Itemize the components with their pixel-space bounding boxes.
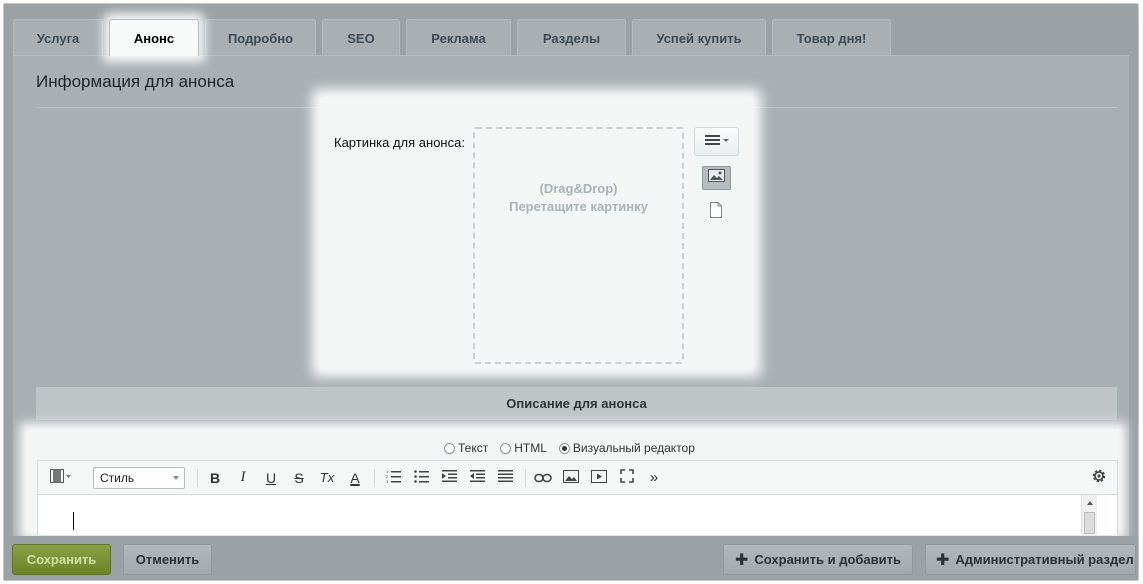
- tab-seo[interactable]: SEO: [322, 19, 400, 56]
- file-mode-button[interactable]: [709, 202, 723, 218]
- mode-html-label: HTML: [514, 441, 547, 455]
- mode-text[interactable]: Текст: [444, 441, 488, 455]
- align-button[interactable]: [493, 461, 519, 494]
- file-icon: [709, 202, 723, 222]
- tab-announce[interactable]: Анонс: [109, 19, 199, 56]
- image-icon: [708, 169, 725, 187]
- toolbar-separator: [197, 469, 198, 487]
- picture-menu-button[interactable]: [694, 127, 739, 156]
- style-select-value: Стиль: [100, 471, 135, 485]
- editor-content-area[interactable]: [37, 495, 1118, 535]
- radio-text[interactable]: [444, 442, 455, 454]
- cancel-button[interactable]: Отменить: [123, 544, 212, 575]
- tab-ads[interactable]: Реклама: [406, 19, 511, 56]
- outdent-button[interactable]: [465, 461, 491, 494]
- fullscreen-button[interactable]: [614, 461, 640, 494]
- save-and-add-button[interactable]: ✚ Сохранить и добавить: [723, 544, 913, 575]
- picture-label: Картинка для анонса:: [334, 135, 465, 150]
- text-cursor: [73, 512, 74, 530]
- insert-image-button[interactable]: [558, 461, 584, 494]
- tab-details[interactable]: Подробно: [205, 19, 316, 56]
- strikethrough-button[interactable]: S: [287, 461, 311, 494]
- unordered-list-button[interactable]: [409, 461, 435, 494]
- underline-button[interactable]: U: [259, 461, 283, 494]
- description-header: Описание для анонса: [36, 387, 1117, 420]
- plus-icon: ✚: [936, 551, 950, 569]
- font-color-button[interactable]: A: [343, 461, 367, 494]
- indent-button[interactable]: [437, 461, 463, 494]
- radio-html[interactable]: [500, 442, 512, 454]
- svg-text:3: 3: [386, 479, 389, 483]
- more-button[interactable]: »: [642, 461, 666, 494]
- image-icon: [563, 469, 579, 486]
- bold-button[interactable]: B: [203, 461, 227, 494]
- dropzone-hint-dragdrop: (Drag&Drop): [539, 181, 618, 196]
- mode-visual[interactable]: Визуальный редактор: [558, 441, 695, 455]
- scroll-thumb[interactable]: [1084, 512, 1095, 534]
- ordered-list-button[interactable]: 1 2 3: [381, 461, 407, 494]
- tab-hurry-buy[interactable]: Успей купить: [632, 19, 766, 56]
- editor-scrollbar[interactable]: [1081, 495, 1097, 535]
- snippets-button[interactable]: [46, 461, 76, 494]
- link-icon: [534, 470, 552, 486]
- tab-sections[interactable]: Разделы: [517, 19, 626, 56]
- mode-text-label: Текст: [458, 441, 489, 455]
- image-mode-button[interactable]: [702, 166, 731, 190]
- editor-toolbar: Стиль B I U S Tx A 1 2 3 »: [37, 460, 1118, 495]
- link-button[interactable]: [530, 461, 556, 494]
- picture-dropzone[interactable]: (Drag&Drop) Перетащите картинку: [473, 127, 684, 364]
- chevron-down-icon: [173, 476, 179, 480]
- plus-icon: ✚: [734, 551, 749, 569]
- save-and-add-label: Сохранить и добавить: [754, 552, 902, 567]
- video-icon: [591, 469, 607, 486]
- section-title: Информация для анонса: [36, 72, 235, 91]
- align-justify-icon: [498, 469, 514, 486]
- outdent-icon: [470, 469, 486, 486]
- film-icon: [50, 469, 72, 486]
- indent-icon: [442, 469, 458, 486]
- ordered-list-icon: 1 2 3: [386, 469, 402, 486]
- tab-service[interactable]: Услуга: [13, 19, 103, 56]
- admin-section-button[interactable]: ✚ Административный раздел: [925, 544, 1136, 575]
- mode-html[interactable]: HTML: [500, 441, 547, 455]
- radio-visual[interactable]: [558, 442, 570, 454]
- tab-bar: Услуга Анонс Подробно SEO Реклама Раздел…: [13, 19, 897, 56]
- fullscreen-icon: [620, 469, 634, 486]
- gear-icon: [1091, 468, 1107, 487]
- insert-video-button[interactable]: [586, 461, 612, 494]
- mode-visual-label: Визуальный редактор: [572, 441, 695, 455]
- tab-product-of-day[interactable]: Товар дня!: [772, 19, 891, 56]
- style-select[interactable]: Стиль: [93, 467, 185, 489]
- admin-section-label: Административный раздел: [955, 552, 1134, 567]
- editor-mode-selector: Текст HTML Визуальный редактор: [444, 440, 707, 456]
- toolbar-separator: [525, 469, 526, 487]
- italic-button[interactable]: I: [231, 461, 255, 494]
- dropzone-hint-text: Перетащите картинку: [509, 199, 648, 214]
- menu-icon: [704, 133, 730, 151]
- settings-button[interactable]: [1086, 461, 1112, 494]
- clear-format-button[interactable]: Tx: [315, 461, 339, 494]
- scroll-up-icon[interactable]: [1087, 501, 1093, 505]
- toolbar-separator: [374, 469, 375, 487]
- save-button[interactable]: Сохранить: [12, 544, 111, 575]
- unordered-list-icon: [414, 469, 430, 486]
